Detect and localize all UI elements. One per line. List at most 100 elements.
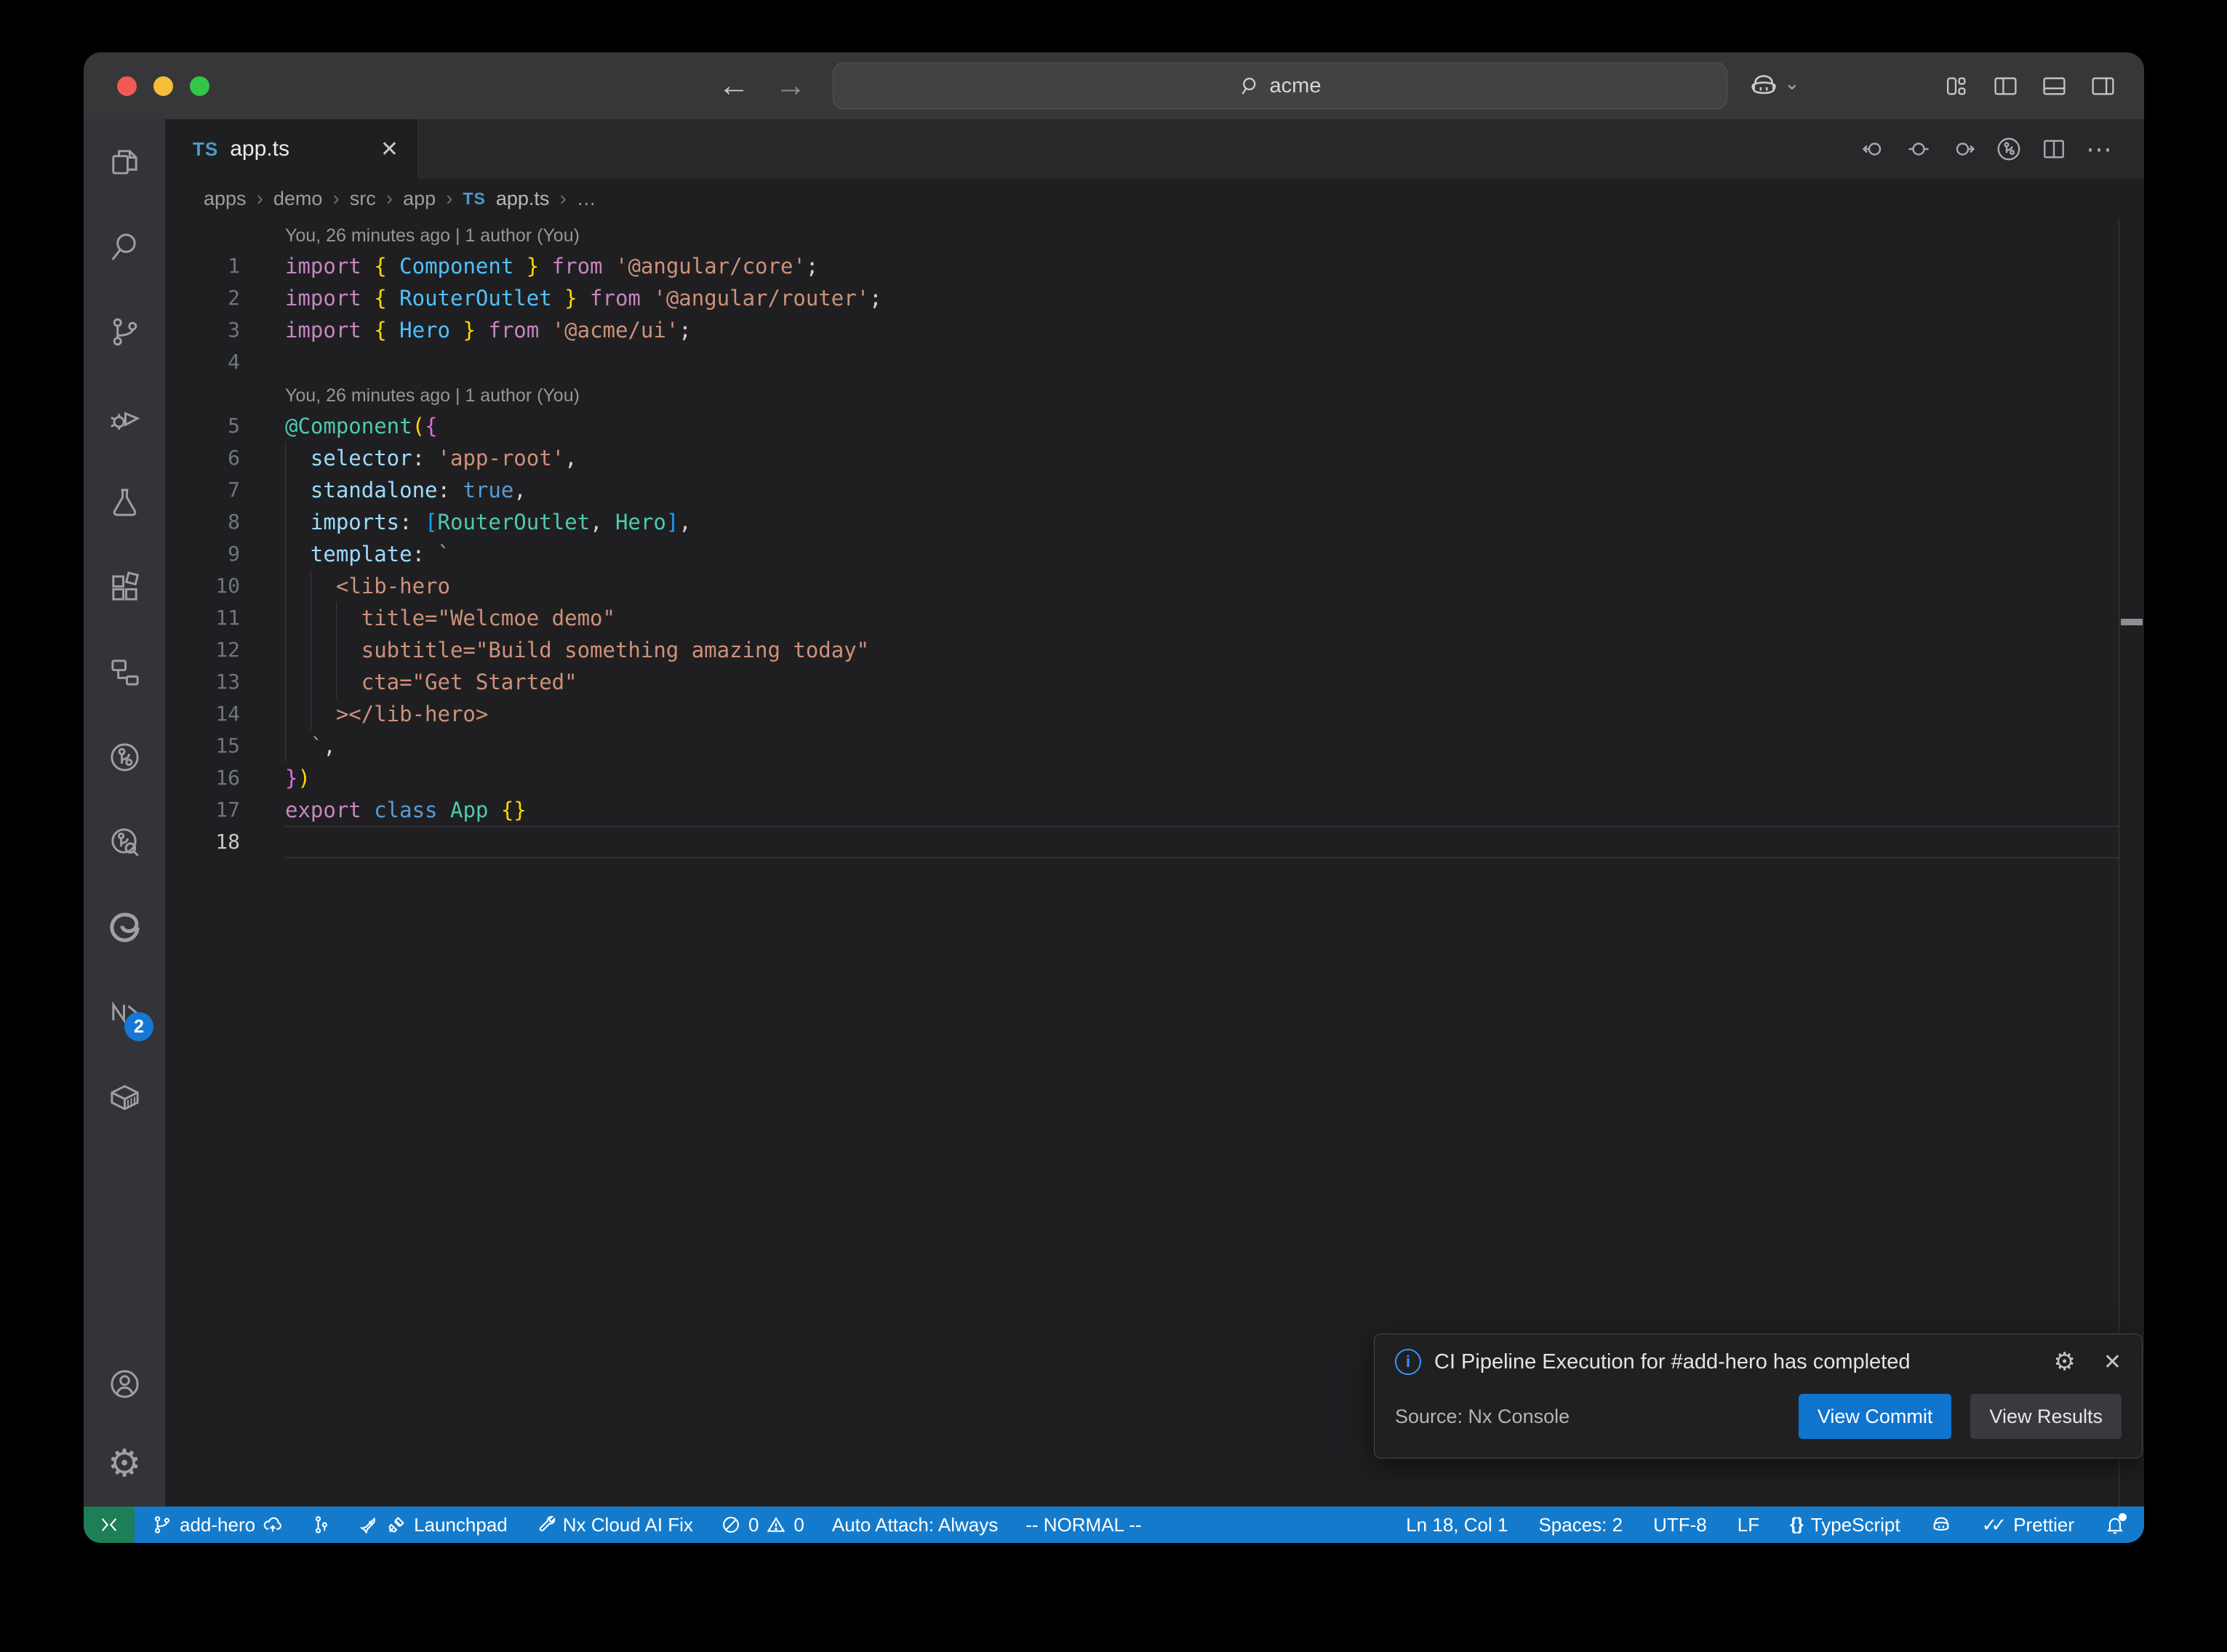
navigate-forward-icon[interactable]: → (775, 68, 807, 104)
launchpad-status[interactable]: Launchpad (359, 1514, 508, 1536)
gitlens-status[interactable] (311, 1515, 331, 1535)
code-row[interactable]: 3import { Hero } from '@acme/ui'; (165, 314, 2119, 346)
settings-button[interactable]: ⚙ (84, 1424, 165, 1504)
breadcrumb-item[interactable]: app (403, 188, 436, 210)
vim-mode-status[interactable]: -- NORMAL -- (1025, 1514, 1141, 1536)
sidebar-item-run-debug[interactable] (84, 374, 165, 460)
blame-row[interactable]: You, 26 minutes ago | 1 author (You) (165, 218, 2119, 250)
sidebar-item-explorer[interactable] (84, 119, 165, 204)
sidebar-item-edge-devtools[interactable] (84, 885, 165, 970)
gitlens-commit-icon[interactable] (1906, 136, 1932, 162)
sidebar-item-containers[interactable] (84, 1055, 165, 1140)
code-row[interactable]: 4 (165, 346, 2119, 378)
sidebar-item-gitlens-inspect[interactable] (84, 800, 165, 885)
gitlens-icon (108, 740, 142, 774)
line-number: 16 (165, 762, 240, 794)
gitlens-navigate-forward-icon[interactable] (1951, 136, 1977, 162)
bell-dot (2119, 1513, 2127, 1521)
nx-cloud-ai-fix[interactable]: Nx Cloud AI Fix (535, 1514, 693, 1536)
breadcrumb-separator-icon: › (257, 187, 263, 210)
blame-row[interactable]: You, 26 minutes ago | 1 author (You) (165, 378, 2119, 410)
navigate-back-icon[interactable]: ← (718, 68, 750, 104)
problems-status[interactable]: 0 0 (721, 1514, 804, 1536)
eol-status[interactable]: LF (1738, 1514, 1759, 1536)
indent-guide (285, 570, 286, 602)
notifications-bell[interactable] (2105, 1515, 2125, 1535)
code-row[interactable]: 5@Component({ (165, 410, 2119, 442)
split-editor-icon[interactable] (2041, 136, 2067, 162)
code-row[interactable]: 11 title="Welcmoe demo" (165, 602, 2119, 634)
toggle-panel-icon[interactable] (2041, 73, 2068, 100)
gitlens-navigate-back-icon[interactable] (1860, 136, 1887, 162)
code-row[interactable]: 8 imports: [RouterOutlet, Hero], (165, 506, 2119, 538)
close-tab-icon[interactable]: ✕ (380, 137, 399, 162)
minimize-window-button[interactable] (153, 76, 173, 96)
sidebar-item-gitlens[interactable] (84, 715, 165, 800)
toggle-primary-sidebar-icon[interactable] (1992, 73, 2019, 100)
breadcrumb-item[interactable]: apps (204, 188, 247, 210)
sidebar-item-testing[interactable] (84, 460, 165, 545)
close-window-button[interactable] (117, 76, 137, 96)
branch-name: add-hero (180, 1514, 255, 1536)
code-row[interactable]: 12 subtitle="Build something amazing tod… (165, 634, 2119, 666)
code-editor[interactable]: You, 26 minutes ago | 1 author (You)1imp… (165, 218, 2144, 1507)
rocket-icon (359, 1515, 379, 1535)
sidebar-item-source-control[interactable] (84, 289, 165, 374)
breadcrumb-item[interactable]: demo (273, 188, 323, 210)
auto-attach-status[interactable]: Auto Attach: Always (832, 1514, 998, 1536)
breadcrumb-symbol-tail[interactable]: … (577, 188, 596, 210)
indentation-status[interactable]: Spaces: 2 (1538, 1514, 1623, 1536)
breadcrumb[interactable]: apps › demo › src › app › TS app.ts › … (165, 179, 2144, 218)
tab-app-ts[interactable]: TS app.ts ✕ (165, 119, 417, 179)
sidebar-item-search[interactable] (84, 204, 165, 289)
overview-ruler[interactable] (2119, 218, 2144, 1507)
notification-close-icon[interactable]: ✕ (2103, 1350, 2122, 1375)
remote-indicator[interactable] (84, 1507, 135, 1543)
code-row[interactable]: 18 (165, 826, 2119, 858)
line-number: 9 (165, 538, 240, 570)
customize-layout-icon[interactable] (1943, 73, 1970, 100)
prettier-status[interactable]: ✓✓ Prettier (1982, 1514, 2074, 1536)
copilot-status[interactable] (1931, 1515, 1951, 1535)
language-mode-status[interactable]: {} TypeScript (1790, 1514, 1900, 1536)
view-results-button[interactable]: View Results (1970, 1394, 2122, 1439)
info-icon: i (1395, 1349, 1421, 1375)
sidebar-item-nx-console[interactable]: 2 (84, 970, 165, 1055)
code-row[interactable]: 1import { Component } from '@angular/cor… (165, 250, 2119, 282)
line-number: 7 (165, 474, 240, 506)
sidebar-item-extensions[interactable] (84, 545, 165, 630)
git-branch-status[interactable]: add-hero (152, 1514, 283, 1536)
accounts-button[interactable] (84, 1344, 165, 1424)
maximize-window-button[interactable] (190, 76, 209, 96)
code-row[interactable]: 17export class App {} (165, 794, 2119, 826)
breadcrumb-item[interactable]: src (350, 188, 376, 210)
code-row[interactable]: 9 template: ` (165, 538, 2119, 570)
code-row[interactable]: 13 cta="Get Started" (165, 666, 2119, 698)
code-row[interactable]: 14 ></lib-hero> (165, 698, 2119, 730)
editor-actions: ⋯ (1860, 119, 2144, 179)
gear-icon: ⚙ (108, 1445, 142, 1483)
copilot-menu[interactable]: ⌄ (1749, 52, 1800, 119)
cursor-position-status[interactable]: Ln 18, Col 1 (1406, 1514, 1508, 1536)
breadcrumb-file[interactable]: app.ts (496, 188, 550, 210)
copilot-icon (1749, 71, 1778, 100)
code-row[interactable]: 10 <lib-hero (165, 570, 2119, 602)
line-number: 11 (165, 602, 240, 634)
more-actions-icon[interactable]: ⋯ (2086, 134, 2114, 164)
line-number: 14 (165, 698, 240, 730)
references-hierarchy-icon (108, 655, 142, 689)
view-commit-button[interactable]: View Commit (1799, 1394, 1952, 1439)
line-number: 10 (165, 570, 240, 602)
code-row[interactable]: 6 selector: 'app-root', (165, 442, 2119, 474)
history-navigation: ← → (718, 52, 807, 119)
toggle-secondary-sidebar-icon[interactable] (2090, 73, 2116, 100)
commit-graph-icon[interactable] (1996, 136, 2022, 162)
notification-settings-icon[interactable]: ⚙ (2053, 1350, 2075, 1374)
code-row[interactable]: 16}) (165, 762, 2119, 794)
code-row[interactable]: 2import { RouterOutlet } from '@angular/… (165, 282, 2119, 314)
command-center-search[interactable]: acme (833, 63, 1727, 109)
code-row[interactable]: 15 `, (165, 730, 2119, 762)
code-row[interactable]: 7 standalone: true, (165, 474, 2119, 506)
sidebar-item-references[interactable] (84, 630, 165, 715)
encoding-status[interactable]: UTF-8 (1653, 1514, 1707, 1536)
